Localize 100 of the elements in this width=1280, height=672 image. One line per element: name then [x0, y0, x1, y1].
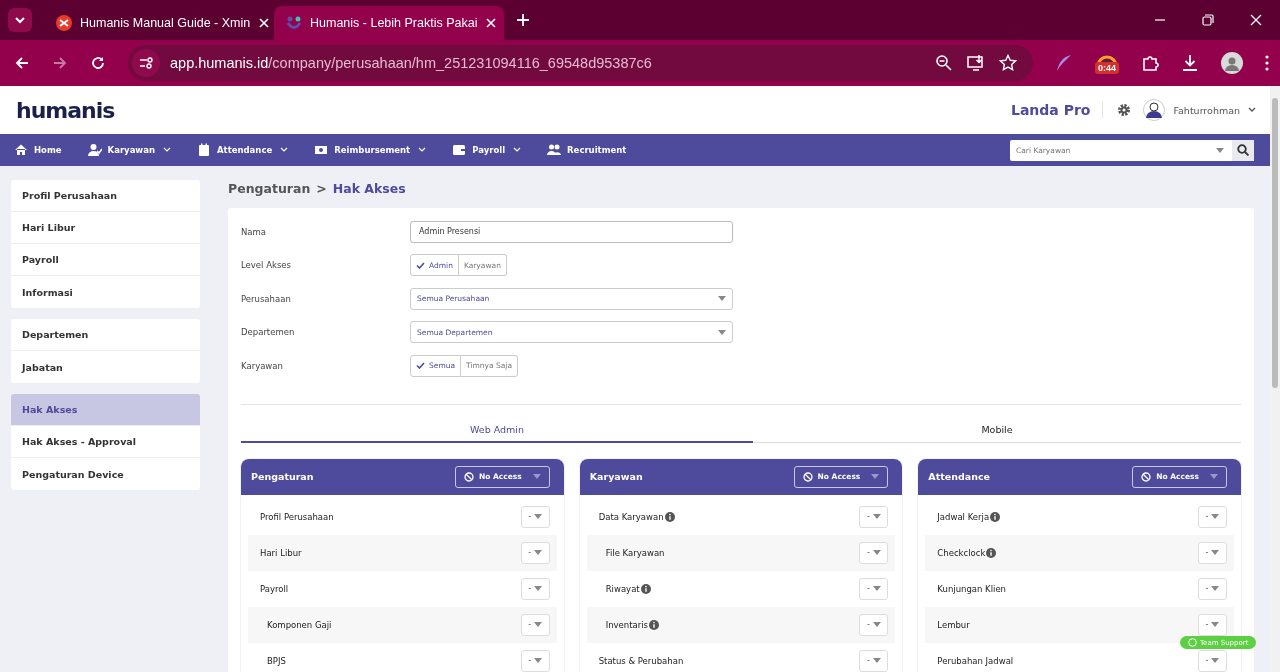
dropdown-caret-icon	[1211, 622, 1220, 627]
tab-list-icon[interactable]	[8, 8, 32, 32]
caret-icon	[1248, 107, 1256, 113]
tab[interactable]: Mobile	[753, 417, 1241, 443]
zoom-out-icon[interactable]	[935, 54, 953, 72]
wallet-icon	[452, 143, 467, 157]
nav-item[interactable]: Payroll	[452, 143, 522, 157]
sidebar-item[interactable]: Hari Libur	[11, 212, 200, 244]
field-label: Karyawan	[241, 360, 284, 371]
permission-label: Lembur	[937, 619, 970, 630]
permission-dropdown[interactable]: -	[859, 577, 889, 600]
permission-dropdown[interactable]: -	[520, 541, 550, 564]
search-button[interactable]	[1232, 139, 1254, 161]
permission-dropdown[interactable]: -	[1198, 577, 1227, 600]
download-icon[interactable]	[1181, 54, 1199, 72]
chat-icon	[1188, 638, 1197, 647]
dropdown-caret-icon	[872, 586, 881, 591]
dropdown-caret-icon	[534, 622, 543, 627]
settings-icon[interactable]	[1117, 103, 1132, 117]
breadcrumb-current: Hak Akses	[332, 181, 406, 198]
permission-dropdown[interactable]: -	[859, 613, 889, 636]
permission-dropdown[interactable]: -	[520, 649, 550, 672]
permission-dropdown[interactable]: -	[859, 541, 889, 564]
permission-dropdown[interactable]: -	[520, 505, 550, 528]
restore-icon[interactable]	[1202, 14, 1214, 26]
dropdown-caret-icon	[1216, 147, 1224, 153]
check-icon	[416, 261, 425, 269]
site-settings-icon[interactable]	[132, 49, 160, 77]
dropdown-caret-icon	[718, 329, 726, 335]
dropdown-caret-icon	[534, 586, 543, 591]
permission-label: Komponen Gaji	[266, 619, 332, 630]
breadcrumb-link[interactable]: Pengaturan	[228, 181, 311, 208]
sidebar-item[interactable]: Profil Perusahaan	[11, 180, 200, 212]
close-icon[interactable]	[1250, 14, 1262, 26]
permission-dropdown[interactable]: -	[1198, 649, 1227, 672]
permission-label: Perubahan Jadwal	[937, 655, 1014, 666]
dropdown-caret-icon	[1210, 474, 1218, 479]
permission-dropdown[interactable]: -	[859, 649, 889, 672]
sidebar-item[interactable]: Jabatan	[11, 351, 200, 383]
permission-dropdown[interactable]: -	[1198, 541, 1227, 564]
permission-label: Profil Perusahaan	[260, 511, 334, 522]
nav-item[interactable]: Attendance	[197, 143, 289, 157]
forward-icon[interactable]	[52, 55, 68, 71]
permission-label: Inventaris	[604, 619, 649, 630]
dropdown-caret-icon	[1211, 586, 1220, 591]
browser-tab[interactable]: Humanis - Lebih Praktis Pakai	[274, 6, 504, 40]
tab-title: Humanis Manual Guide - Xmin	[80, 16, 251, 30]
dropdown-caret-icon	[534, 514, 543, 519]
permission-dropdown[interactable]: -	[520, 577, 550, 600]
permission-dropdown[interactable]: -	[859, 505, 889, 528]
sidebar-item[interactable]: Departemen	[11, 319, 200, 351]
nav-item[interactable]: Home	[14, 143, 62, 157]
url-text: app.humanis.id/company/perusahaan/hm_251231094116_69548d95387c6	[170, 55, 652, 71]
address-bar[interactable]: app.humanis.id/company/perusahaan/hm_251231094116_69548d95387c6	[128, 45, 1033, 81]
dropdown-caret-icon	[872, 550, 881, 555]
calendar-icon	[197, 143, 211, 157]
field-label: Level Akses	[241, 260, 292, 271]
sidebar-item[interactable]: Hak Akses - Approval	[11, 426, 200, 458]
nav-item[interactable]: Karyawan	[87, 143, 171, 157]
sidebar-item[interactable]: Payroll	[11, 244, 200, 276]
permission-dropdown[interactable]: -	[1198, 505, 1227, 528]
browser-tab[interactable]: Humanis Manual Guide - Xmin	[44, 6, 274, 40]
search-icon	[1237, 144, 1249, 156]
avatar-icon[interactable]	[1143, 99, 1166, 121]
tab[interactable]: Web Admin	[241, 417, 753, 443]
user-menu[interactable]: Fahturrohman	[1173, 104, 1240, 116]
panel-title: Attendance	[928, 471, 991, 482]
caret-icon	[280, 147, 289, 153]
close-icon[interactable]	[485, 17, 498, 29]
logo[interactable]: humanis	[16, 97, 115, 123]
close-icon[interactable]	[258, 17, 271, 29]
caret-icon	[513, 147, 522, 153]
nav-item[interactable]: Recruitment	[547, 143, 627, 157]
timer-badge: 0:44	[1095, 62, 1119, 74]
permission-label: Hari Libur	[260, 547, 302, 558]
sidebar-item[interactable]: Informasi	[11, 276, 200, 308]
site-icon	[286, 15, 302, 31]
profile-avatar-icon[interactable]	[1221, 52, 1243, 74]
permission-dropdown[interactable]: -	[520, 613, 550, 636]
breadcrumb-separator: >	[316, 181, 327, 198]
permission-label: File Karyawan	[604, 547, 665, 558]
nav-item[interactable]: Reimbursement	[314, 143, 427, 157]
permission-label: Riwayat	[604, 583, 640, 594]
permission-dropdown[interactable]: -	[1198, 613, 1227, 636]
sidebar-item[interactable]: Pengaturan Device	[11, 458, 200, 490]
text-field[interactable]: Admin Presensi	[410, 220, 733, 243]
more-icon[interactable]	[1265, 55, 1269, 71]
permission-label: Status & Perubahan	[598, 655, 684, 666]
dropdown-caret-icon	[1211, 550, 1220, 555]
tab-title: Humanis - Lebih Praktis Pakai	[310, 16, 478, 30]
extensions-icon[interactable]	[1141, 54, 1159, 72]
dropdown-caret-icon	[718, 296, 726, 302]
dropdown-caret-icon	[871, 474, 880, 479]
back-icon[interactable]	[14, 55, 30, 71]
install-icon[interactable]	[967, 54, 985, 72]
sidebar-item[interactable]: Hak Akses	[11, 394, 200, 426]
bookmark-star-icon[interactable]	[999, 54, 1017, 72]
reload-icon[interactable]	[90, 55, 106, 71]
field-label: Perusahaan	[241, 293, 292, 304]
new-tab-icon[interactable]	[516, 13, 530, 27]
